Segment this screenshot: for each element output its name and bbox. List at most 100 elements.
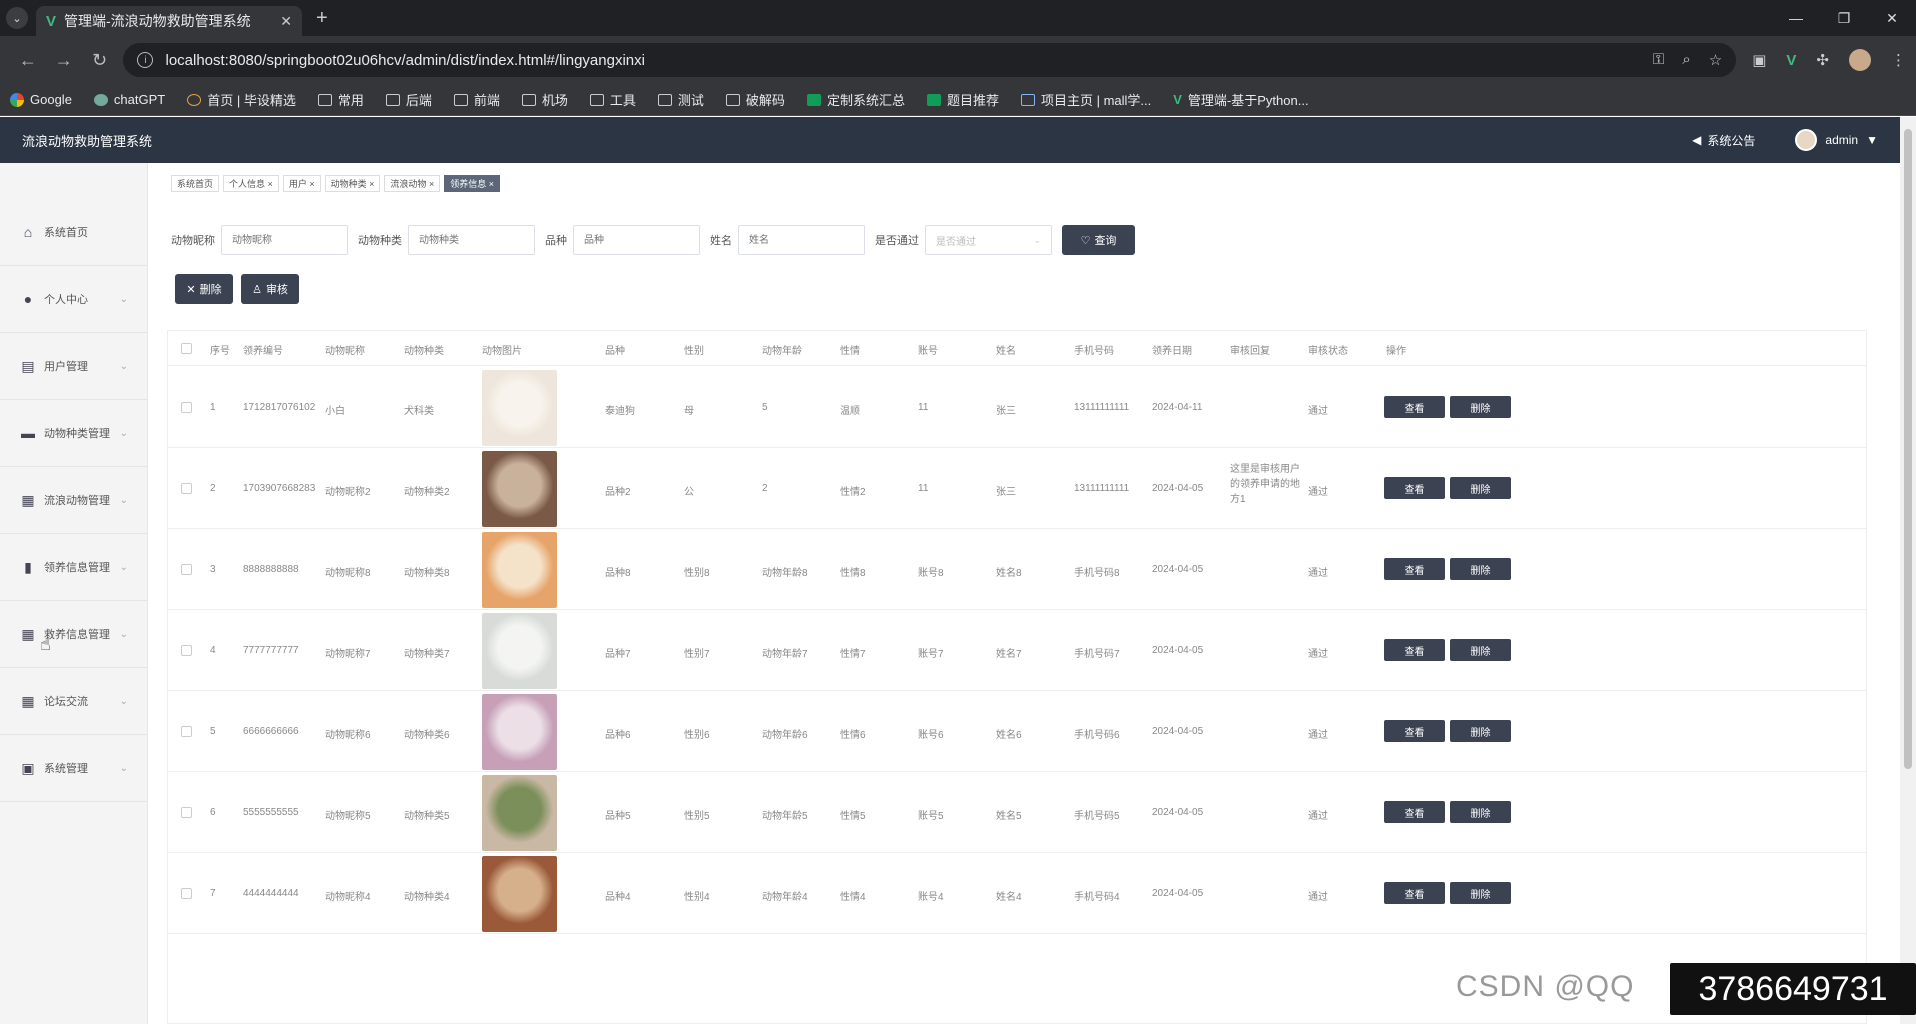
minimize-icon[interactable]: — (1772, 0, 1820, 36)
tag-stray-animals[interactable]: 流浪动物 × (384, 175, 441, 192)
approved-select[interactable]: 是否通过 ⌄ (925, 225, 1052, 255)
restore-icon[interactable]: ❐ (1820, 0, 1868, 36)
row-checkbox[interactable] (181, 807, 192, 818)
sidebar-item-system[interactable]: ▣ 系统管理 ⌄ (0, 735, 148, 802)
bookmark-folder[interactable]: 破解码 (725, 90, 785, 109)
extension-icon[interactable]: ▣ (1752, 51, 1766, 69)
reload-icon[interactable]: ↻ (82, 50, 118, 71)
batch-delete-button[interactable]: ✕ 删除 (175, 274, 233, 304)
bookmarks-bar: Google chatGPT 首页 | 毕设精选 常用 后端 前端 机场 工具 … (0, 84, 1916, 116)
view-button[interactable]: 查看 (1384, 882, 1445, 904)
site-info-icon[interactable]: i (137, 52, 154, 68)
select-all-checkbox[interactable] (181, 343, 192, 354)
person-input[interactable] (738, 225, 865, 255)
query-button[interactable]: ♡ 查询 (1062, 225, 1135, 255)
tag-users[interactable]: 用户 × (282, 175, 321, 192)
row-checkbox[interactable] (181, 645, 192, 656)
view-button[interactable]: 查看 (1384, 558, 1445, 580)
tag-personal[interactable]: 个人信息 × (223, 175, 279, 192)
back-icon[interactable]: ← (10, 50, 46, 71)
user-menu[interactable]: admin ▼ (1795, 129, 1878, 151)
tag-animal-kinds[interactable]: 动物种类 × (324, 175, 381, 192)
delete-button[interactable]: 删除 (1450, 477, 1511, 499)
bookmark-item[interactable]: Google (10, 92, 72, 107)
bookmark-folder[interactable]: 前端 (453, 90, 500, 109)
tab-search-icon[interactable]: ⌄ (6, 7, 28, 29)
bookmark-folder[interactable]: 测试 (657, 90, 704, 109)
bookmark-folder[interactable]: 常用 (317, 90, 364, 109)
row-checkbox[interactable] (181, 726, 192, 737)
browser-menu-icon[interactable]: ⋮ (1891, 51, 1906, 69)
page-scrollbar[interactable] (1900, 117, 1916, 1024)
close-icon: ✕ (186, 283, 196, 296)
close-window-icon[interactable]: ✕ (1868, 0, 1916, 36)
tag-adoption[interactable]: 领养信息 × (444, 175, 500, 192)
delete-button[interactable]: 删除 (1450, 720, 1511, 742)
close-icon[interactable]: × (489, 179, 494, 189)
system-notice-link[interactable]: ◀ 系统公告 (1692, 132, 1755, 149)
row-checkbox[interactable] (181, 564, 192, 575)
close-icon[interactable]: × (369, 179, 374, 189)
delete-button[interactable]: 删除 (1450, 396, 1511, 418)
tag-home[interactable]: 系统首页 (171, 175, 220, 192)
bookmark-item[interactable]: 首页 | 毕设精选 (187, 90, 296, 109)
profile-avatar[interactable] (1848, 49, 1871, 71)
view-button[interactable]: 查看 (1384, 639, 1445, 661)
view-button[interactable]: 查看 (1384, 720, 1445, 742)
cell-age: 5 (762, 402, 768, 413)
breed-input[interactable] (573, 225, 700, 255)
scrollbar-thumb[interactable] (1904, 129, 1912, 769)
vue-devtools-icon[interactable]: V (1786, 52, 1796, 69)
cell-id: 6666666666 (243, 726, 299, 737)
view-button[interactable]: 查看 (1384, 477, 1445, 499)
puzzle-extensions-icon[interactable]: ✣ (1816, 51, 1829, 69)
column-header: 序号 (210, 346, 230, 357)
view-button[interactable]: 查看 (1384, 801, 1445, 823)
view-button[interactable]: 查看 (1384, 396, 1445, 418)
address-bar[interactable]: i localhost:8080/springboot02u06hcv/admi… (123, 43, 1737, 77)
bookmark-item[interactable]: 定制系统汇总 (806, 90, 905, 109)
bookmark-folder[interactable]: 工具 (589, 90, 636, 109)
nickname-input[interactable] (221, 225, 348, 255)
animal-photo (482, 775, 557, 851)
close-tab-icon[interactable]: ✕ (280, 13, 292, 30)
bookmark-item[interactable]: V 管理端-基于Python... (1173, 90, 1308, 109)
sidebar-item-animal-kinds[interactable]: ▬ 动物种类管理 ⌄ (0, 400, 148, 467)
browser-tab[interactable]: V 管理端-流浪动物救助管理系统 ✕ (36, 6, 302, 36)
row-checkbox[interactable] (181, 483, 192, 494)
sidebar-item-home[interactable]: ⌂ 系统首页 (0, 199, 148, 266)
sidebar-item-stray-animals[interactable]: ▦ 流浪动物管理 ⌄ (0, 467, 148, 534)
cell-status: 通过 (1308, 487, 1328, 498)
delete-button[interactable]: 删除 (1450, 639, 1511, 661)
delete-button[interactable]: 删除 (1450, 558, 1511, 580)
bookmark-star-icon[interactable]: ☆ (1709, 51, 1722, 69)
cell-no: 5 (210, 726, 216, 737)
kind-input[interactable] (408, 225, 535, 255)
bookmark-item[interactable]: chatGPT (93, 92, 165, 107)
review-button[interactable]: ♙ 审核 (241, 274, 299, 304)
delete-button[interactable]: 删除 (1450, 801, 1511, 823)
bookmark-item[interactable]: 题目推荐 (926, 90, 999, 109)
password-key-icon[interactable]: ⚿ (1653, 51, 1664, 69)
sidebar-item-forum[interactable]: ▦ 论坛交流 ⌄ (0, 668, 148, 735)
row-checkbox[interactable] (181, 402, 192, 413)
new-tab-icon[interactable]: + (316, 7, 328, 30)
cell-person: 姓名7 (996, 649, 1022, 660)
close-icon[interactable]: × (309, 179, 314, 189)
sheet-icon (926, 93, 941, 106)
sidebar-item-users[interactable]: ▤ 用户管理 ⌄ (0, 333, 148, 400)
zoom-icon[interactable]: ⌕ (1682, 51, 1690, 69)
close-icon[interactable]: × (268, 179, 273, 189)
bookmark-item[interactable]: 项目主页 | mall学... (1020, 90, 1151, 109)
bookmark-folder[interactable]: 后端 (385, 90, 432, 109)
close-icon[interactable]: × (429, 179, 434, 189)
bookmark-folder[interactable]: 机场 (521, 90, 568, 109)
row-checkbox[interactable] (181, 888, 192, 899)
forward-icon[interactable]: → (46, 50, 82, 71)
sidebar-item-rescue[interactable]: ▦ 救养信息管理 ⌄ (0, 601, 148, 668)
delete-button[interactable]: 删除 (1450, 882, 1511, 904)
breed-label: 品种 (545, 235, 567, 247)
sidebar-item-adoption[interactable]: ▮ 领养信息管理 ⌄ (0, 534, 148, 601)
sidebar-item-personal[interactable]: ● 个人中心 ⌄ (0, 266, 148, 333)
cell-age: 动物年龄6 (762, 730, 808, 741)
